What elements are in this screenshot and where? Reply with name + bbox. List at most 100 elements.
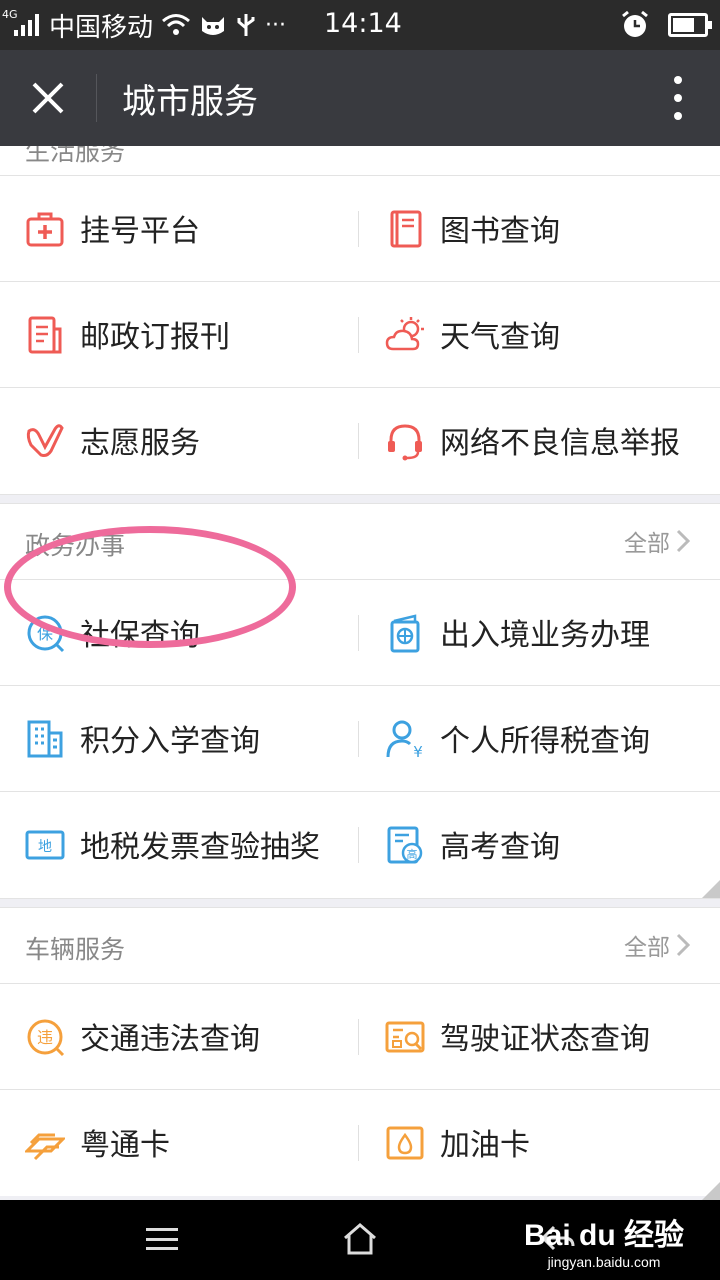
service-label: 高考查询 bbox=[440, 830, 560, 865]
service-item-fuel-card[interactable]: 加油卡 bbox=[360, 1090, 720, 1196]
page-title: 城市服务 bbox=[122, 82, 258, 122]
section-government: 政务办事 全部 保 社保查询 出入境业务办理 积分入学查询 ¥ 个人所得税查询 … bbox=[0, 504, 720, 898]
section-life: 挂号平台 图书查询 邮政订报刊 天气查询 志愿服务 网络不良信息举报 bbox=[0, 176, 720, 494]
section-title: 生活服务 bbox=[25, 146, 126, 166]
service-label: 地税发票查验抽奖 bbox=[80, 830, 320, 865]
section-vehicle: 车辆服务 全部 违 交通违法查询 驾驶证状态查询 粤通卡 加油卡 bbox=[0, 908, 720, 1196]
section-header: 政务办事 全部 bbox=[0, 504, 720, 580]
service-label: 志愿服务 bbox=[80, 426, 200, 461]
building-icon bbox=[27, 720, 63, 758]
section-header: 车辆服务 全部 bbox=[0, 908, 720, 984]
close-button[interactable] bbox=[18, 72, 78, 124]
service-label: 个人所得税查询 bbox=[440, 724, 650, 759]
section-divider bbox=[0, 898, 720, 908]
watermark-url: jingyan.baidu.com bbox=[547, 1254, 661, 1270]
service-label: 驾驶证状态查询 bbox=[440, 1022, 650, 1057]
book-icon bbox=[390, 210, 422, 248]
service-label: 交通违法查询 bbox=[80, 1022, 260, 1057]
service-item-yuetong-card[interactable]: 粤通卡 bbox=[0, 1090, 360, 1196]
newspaper-icon bbox=[28, 316, 62, 354]
service-item-library[interactable]: 图书查询 bbox=[360, 176, 720, 282]
gao-glyph: 高 bbox=[407, 847, 418, 861]
weather-icon bbox=[385, 317, 424, 351]
more-notifications: ··· bbox=[265, 12, 286, 38]
chevron-right-icon bbox=[676, 529, 690, 553]
signal-icon bbox=[14, 14, 39, 36]
service-item-immigration[interactable]: 出入境业务办理 bbox=[360, 580, 720, 686]
passport-icon bbox=[390, 614, 420, 653]
menu-button[interactable] bbox=[146, 1228, 178, 1250]
service-item-invoice-lottery[interactable]: 地 地税发票查验抽奖 bbox=[0, 792, 360, 898]
service-item-license-status[interactable]: 驾驶证状态查询 bbox=[360, 984, 720, 1090]
battery-icon bbox=[668, 13, 712, 37]
service-list[interactable]: 生活服务 挂号平台 图书查询 邮政订报刊 天气查询 志愿服务 网络不良信息举报 … bbox=[0, 146, 720, 1200]
headset-icon bbox=[388, 424, 422, 461]
medical-bag-icon bbox=[26, 212, 64, 247]
service-row: 挂号平台 图书查询 bbox=[0, 176, 720, 282]
gaokao-icon: 高 bbox=[387, 826, 423, 864]
service-item-income-tax[interactable]: ¥ 个人所得税查询 bbox=[360, 686, 720, 792]
yen-glyph: ¥ bbox=[413, 743, 423, 759]
title-divider bbox=[96, 74, 97, 122]
service-item-weather[interactable]: 天气查询 bbox=[360, 282, 720, 388]
service-item-volunteer[interactable]: 志愿服务 bbox=[0, 388, 360, 494]
more-menu-button[interactable] bbox=[666, 76, 690, 120]
service-row: 志愿服务 网络不良信息举报 bbox=[0, 388, 720, 494]
title-bar: 城市服务 bbox=[0, 50, 720, 146]
watermark-logo: Bai du 经验 bbox=[523, 1219, 684, 1252]
usb-icon bbox=[237, 14, 255, 36]
bao-glyph: 保 bbox=[37, 624, 53, 643]
service-label: 社保查询 bbox=[80, 618, 200, 653]
bao-icon: 保 bbox=[27, 615, 65, 653]
wei-glyph: 违 bbox=[37, 1028, 53, 1047]
baidu-jingyan-watermark: Bai du 经验 jingyan.baidu.com bbox=[524, 1210, 684, 1270]
service-item-report[interactable]: 网络不良信息举报 bbox=[360, 388, 720, 494]
service-item-social-security[interactable]: 保 社保查询 bbox=[0, 580, 360, 686]
service-label: 挂号平台 bbox=[80, 214, 200, 249]
service-item-traffic-violation[interactable]: 违 交通违法查询 bbox=[0, 984, 360, 1090]
chevron-right-icon bbox=[676, 933, 690, 957]
service-item-school-points[interactable]: 积分入学查询 bbox=[0, 686, 360, 792]
service-item-registration[interactable]: 挂号平台 bbox=[0, 176, 360, 282]
service-item-gaokao[interactable]: 高 高考查询 bbox=[360, 792, 720, 898]
service-label: 邮政订报刊 bbox=[80, 320, 230, 355]
status-bar: 4G 中国移动 ··· 14:14 bbox=[0, 0, 720, 50]
fuel-card-icon bbox=[386, 1126, 424, 1160]
section-header-partial: 生活服务 bbox=[0, 146, 720, 176]
section-title: 政务办事 bbox=[25, 531, 126, 560]
service-label: 网络不良信息举报 bbox=[440, 426, 680, 461]
service-row: 积分入学查询 ¥ 个人所得税查询 bbox=[0, 686, 720, 792]
service-row: 地 地税发票查验抽奖 高 高考查询 bbox=[0, 792, 720, 898]
navigation-bar: Bai du 经验 jingyan.baidu.com bbox=[0, 1200, 720, 1280]
yuetong-card-icon bbox=[25, 1133, 65, 1161]
service-label: 天气查询 bbox=[440, 320, 560, 355]
service-item-newspaper[interactable]: 邮政订报刊 bbox=[0, 282, 360, 388]
di-invoice-icon: 地 bbox=[25, 830, 65, 860]
cat-icon bbox=[202, 17, 225, 35]
service-row: 违 交通违法查询 驾驶证状态查询 bbox=[0, 984, 720, 1090]
scroll-handle[interactable] bbox=[702, 880, 720, 898]
service-row: 邮政订报刊 天气查询 bbox=[0, 282, 720, 388]
view-all-label: 全部 bbox=[624, 935, 670, 961]
wei-icon: 违 bbox=[27, 1019, 65, 1057]
service-row: 保 社保查询 出入境业务办理 bbox=[0, 580, 720, 686]
carrier-name: 中国移动 bbox=[49, 12, 154, 43]
service-label: 积分入学查询 bbox=[80, 724, 260, 759]
di-glyph: 地 bbox=[38, 839, 52, 855]
service-label: 粤通卡 bbox=[80, 1128, 170, 1163]
service-row: 粤通卡 加油卡 bbox=[0, 1090, 720, 1196]
heart-hand-icon bbox=[26, 424, 64, 457]
section-divider bbox=[0, 494, 720, 504]
alarm-icon bbox=[622, 10, 648, 37]
license-icon bbox=[385, 1021, 425, 1053]
clock: 14:14 bbox=[324, 8, 402, 39]
home-icon[interactable] bbox=[342, 1222, 378, 1256]
wifi-icon bbox=[162, 14, 190, 35]
view-all-label: 全部 bbox=[624, 531, 670, 557]
view-all-button[interactable]: 全部 bbox=[624, 524, 690, 558]
scroll-handle[interactable] bbox=[702, 1182, 720, 1200]
service-label: 图书查询 bbox=[440, 214, 560, 249]
service-label: 出入境业务办理 bbox=[440, 618, 650, 653]
view-all-button[interactable]: 全部 bbox=[624, 928, 690, 962]
person-tax-icon: ¥ bbox=[386, 720, 423, 759]
